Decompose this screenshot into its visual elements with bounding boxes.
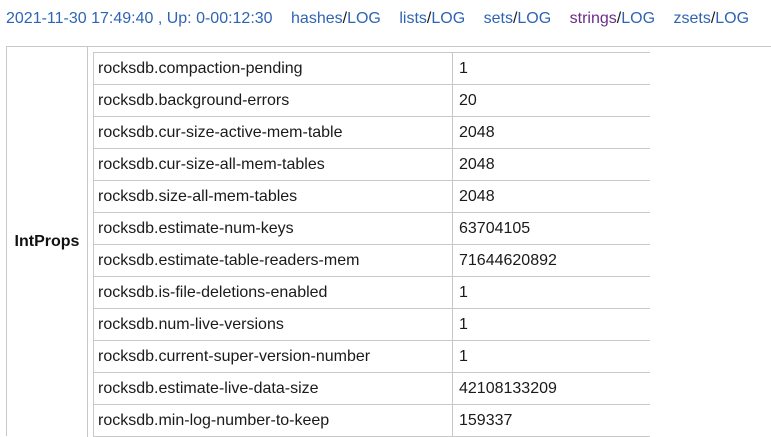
prop-key: rocksdb.estimate-live-data-size [93,373,452,405]
prop-key: rocksdb.size-all-mem-tables [93,181,452,213]
table-row: rocksdb.estimate-table-readers-mem 71644… [93,245,653,277]
table-row: rocksdb.estimate-num-keys 63704105 [93,213,653,245]
table-row: rocksdb.cur-size-active-mem-table 2048 [93,117,653,149]
props-rows: rocksdb.compaction-pending 1 rocksdb.bac… [93,52,653,437]
link-zsets-log[interactable]: LOG [715,10,749,27]
prop-value: 1 [452,309,650,341]
prop-value: 2048 [452,117,650,149]
link-zsets[interactable]: zsets [673,10,710,27]
prop-key: rocksdb.current-super-version-number [93,341,452,373]
prop-value: 1 [452,341,650,373]
prop-value: 63704105 [452,213,650,245]
link-hashes-log[interactable]: LOG [347,10,381,27]
link-hashes[interactable]: hashes [291,10,343,27]
table-row: rocksdb.num-live-versions 1 [93,309,653,341]
prop-value: 42108133209 [452,373,650,405]
props-table: IntProps rocksdb.compaction-pending 1 ro… [6,46,771,437]
prop-value: 2048 [452,149,650,181]
prop-key: rocksdb.num-live-versions [93,309,452,341]
header-bar: 2021-11-30 17:49:40 , Up: 0-00:12:30 has… [0,0,771,38]
prop-value: 20 [452,85,650,117]
prop-value: 1 [452,52,650,85]
prop-value: 1 [452,277,650,309]
link-sets[interactable]: sets [484,10,513,27]
prop-key: rocksdb.estimate-table-readers-mem [93,245,452,277]
prop-key: rocksdb.compaction-pending [93,52,452,85]
link-lists[interactable]: lists [399,10,427,27]
prop-key: rocksdb.background-errors [93,85,452,117]
table-row: rocksdb.compaction-pending 1 [93,52,653,85]
link-sets-log[interactable]: LOG [517,10,551,27]
group-label: IntProps [14,233,80,250]
status-text: 2021-11-30 17:49:40 , Up: 0-00:12:30 [6,10,273,27]
table-row: rocksdb.is-file-deletions-enabled 1 [93,277,653,309]
group-divider [87,47,88,437]
prop-value: 159337 [452,405,650,437]
prop-key: rocksdb.is-file-deletions-enabled [93,277,452,309]
prop-value: 71644620892 [452,245,650,277]
prop-key: rocksdb.cur-size-active-mem-table [93,117,452,149]
table-row: rocksdb.background-errors 20 [93,85,653,117]
link-strings[interactable]: strings [570,10,617,27]
table-row: rocksdb.current-super-version-number 1 [93,341,653,373]
prop-key: rocksdb.cur-size-all-mem-tables [93,149,452,181]
prop-value: 2048 [452,181,650,213]
table-row: rocksdb.min-log-number-to-keep 159337 [93,405,653,437]
table-row: rocksdb.cur-size-all-mem-tables 2048 [93,149,653,181]
prop-key: rocksdb.estimate-num-keys [93,213,452,245]
link-strings-log[interactable]: LOG [621,10,655,27]
table-row: rocksdb.estimate-live-data-size 42108133… [93,373,653,405]
table-row: rocksdb.size-all-mem-tables 2048 [93,181,653,213]
prop-key: rocksdb.min-log-number-to-keep [93,405,452,437]
link-lists-log[interactable]: LOG [431,10,465,27]
